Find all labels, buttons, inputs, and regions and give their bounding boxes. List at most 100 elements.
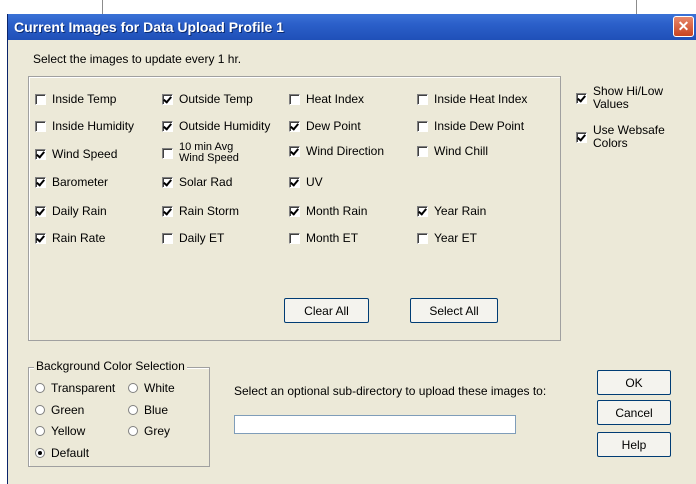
checkbox-label: Use Websafe Colors bbox=[593, 124, 665, 150]
checkbox-year-rain[interactable]: Year Rain bbox=[417, 205, 486, 218]
radio-label: Blue bbox=[144, 403, 169, 417]
checkbox-wind-direction[interactable]: Wind Direction bbox=[289, 145, 384, 158]
cancel-button[interactable]: Cancel bbox=[597, 400, 671, 425]
radio-dot[interactable] bbox=[35, 405, 45, 415]
checkbox-outside-temp[interactable]: Outside Temp bbox=[162, 93, 253, 106]
checkbox-box[interactable] bbox=[35, 177, 46, 188]
checkbox-rain-rate[interactable]: Rain Rate bbox=[35, 232, 105, 245]
checkbox-box[interactable] bbox=[289, 206, 300, 217]
checkbox-rain-storm[interactable]: Rain Storm bbox=[162, 205, 239, 218]
checkbox-label: Barometer bbox=[52, 175, 109, 189]
checkbox-label: Heat Index bbox=[306, 92, 365, 106]
checkbox-box[interactable] bbox=[417, 206, 428, 217]
checkbox-label: Inside Humidity bbox=[52, 119, 135, 133]
subdirectory-label: Select an optional sub-directory to uplo… bbox=[234, 384, 547, 398]
radio-transparent[interactable]: Transparent bbox=[35, 381, 115, 395]
checkbox-box[interactable] bbox=[289, 233, 300, 244]
checkbox-label-line2: Wind Speed bbox=[179, 152, 239, 164]
checkbox-use-websafe-colors[interactable]: Use Websafe Colors bbox=[576, 124, 665, 150]
checkbox-label: Show Hi/Low Values bbox=[593, 85, 663, 111]
checkbox-box[interactable] bbox=[162, 147, 173, 159]
close-icon: ✕ bbox=[677, 18, 690, 34]
radio-dot[interactable] bbox=[128, 383, 138, 393]
checkbox-dew-point[interactable]: Dew Point bbox=[289, 120, 361, 133]
checkbox-label: Inside Temp bbox=[52, 92, 117, 106]
checkbox-label-line1: Show Hi/Low bbox=[593, 84, 664, 98]
checkbox-box[interactable] bbox=[35, 149, 46, 160]
radio-label: Grey bbox=[144, 424, 171, 438]
checkbox-label: Month Rain bbox=[306, 204, 368, 218]
checkbox-label: Outside Humidity bbox=[179, 119, 271, 133]
checkbox-box[interactable] bbox=[289, 94, 300, 105]
checkbox-solar-rad[interactable]: Solar Rad bbox=[162, 176, 232, 189]
radio-blue[interactable]: Blue bbox=[128, 403, 168, 417]
checkbox-label: Inside Heat Index bbox=[434, 92, 528, 106]
checkbox-box[interactable] bbox=[162, 121, 173, 132]
radio-dot[interactable] bbox=[128, 405, 138, 415]
radio-dot[interactable] bbox=[35, 426, 45, 436]
checkbox-heat-index[interactable]: Heat Index bbox=[289, 93, 364, 106]
checkbox-box[interactable] bbox=[417, 146, 428, 157]
clear-all-button[interactable]: Clear All bbox=[284, 298, 369, 323]
radio-label: Default bbox=[51, 446, 90, 460]
checkbox-box[interactable] bbox=[35, 94, 46, 105]
subdirectory-input[interactable] bbox=[234, 415, 516, 434]
checkbox-box[interactable] bbox=[289, 177, 300, 188]
checkbox-box[interactable] bbox=[417, 233, 428, 244]
checkbox-box[interactable] bbox=[417, 94, 428, 105]
radio-dot[interactable] bbox=[128, 426, 138, 436]
checkbox-label: Year Rain bbox=[434, 204, 487, 218]
checkbox-outside-humidity[interactable]: Outside Humidity bbox=[162, 120, 270, 133]
checkbox-wind-chill[interactable]: Wind Chill bbox=[417, 145, 488, 158]
checkbox-label: Month ET bbox=[306, 231, 359, 245]
background-color-group-title: Background Color Selection bbox=[34, 359, 187, 373]
help-button[interactable]: Help bbox=[597, 432, 671, 457]
background-divider bbox=[636, 0, 637, 14]
checkbox-box[interactable] bbox=[576, 92, 587, 104]
checkbox-box[interactable] bbox=[417, 121, 428, 132]
checkbox-show-hilow-values[interactable]: Show Hi/Low Values bbox=[576, 85, 663, 111]
checkbox-barometer[interactable]: Barometer bbox=[35, 176, 108, 189]
checkbox-inside-dew-point[interactable]: Inside Dew Point bbox=[417, 120, 524, 133]
checkbox-label-line2: Values bbox=[593, 97, 629, 111]
radio-label: Yellow bbox=[51, 424, 86, 438]
background-divider bbox=[102, 0, 103, 14]
radio-default[interactable]: Default bbox=[35, 446, 89, 460]
checkbox-inside-humidity[interactable]: Inside Humidity bbox=[35, 120, 134, 133]
checkbox-box[interactable] bbox=[289, 121, 300, 132]
select-all-button[interactable]: Select All bbox=[410, 298, 498, 323]
radio-grey[interactable]: Grey bbox=[128, 424, 170, 438]
checkbox-wind-speed[interactable]: Wind Speed bbox=[35, 148, 117, 161]
checkbox-box[interactable] bbox=[162, 206, 173, 217]
radio-dot[interactable] bbox=[35, 448, 45, 458]
checkbox-box[interactable] bbox=[162, 233, 173, 244]
checkbox-label: Rain Rate bbox=[52, 231, 106, 245]
checkbox-box[interactable] bbox=[576, 131, 587, 143]
close-button[interactable]: ✕ bbox=[673, 16, 694, 37]
checkbox-month-rain[interactable]: Month Rain bbox=[289, 205, 367, 218]
checkbox-inside-temp[interactable]: Inside Temp bbox=[35, 93, 116, 106]
radio-green[interactable]: Green bbox=[35, 403, 84, 417]
checkbox-10-min-avg-wind-speed[interactable]: 10 min Avg Wind Speed bbox=[162, 142, 239, 164]
radio-yellow[interactable]: Yellow bbox=[35, 424, 85, 438]
checkbox-inside-heat-index[interactable]: Inside Heat Index bbox=[417, 93, 527, 106]
background-window-strip bbox=[0, 0, 696, 14]
checkbox-box[interactable] bbox=[35, 206, 46, 217]
checkbox-box[interactable] bbox=[162, 177, 173, 188]
checkbox-uv[interactable]: UV bbox=[289, 176, 323, 189]
radio-white[interactable]: White bbox=[128, 381, 175, 395]
checkbox-daily-rain[interactable]: Daily Rain bbox=[35, 205, 107, 218]
checkbox-label: Wind Chill bbox=[434, 144, 489, 158]
checkbox-box[interactable] bbox=[289, 146, 300, 157]
checkbox-box[interactable] bbox=[35, 233, 46, 244]
title-bar[interactable]: Current Images for Data Upload Profile 1… bbox=[8, 14, 696, 40]
checkbox-box[interactable] bbox=[35, 121, 46, 132]
checkbox-box[interactable] bbox=[162, 94, 173, 105]
checkbox-daily-et[interactable]: Daily ET bbox=[162, 232, 224, 245]
checkbox-year-et[interactable]: Year ET bbox=[417, 232, 477, 245]
checkbox-label: Solar Rad bbox=[179, 175, 233, 189]
checkbox-label: 10 min Avg Wind Speed bbox=[179, 142, 239, 164]
ok-button[interactable]: OK bbox=[597, 370, 671, 395]
radio-dot[interactable] bbox=[35, 383, 45, 393]
checkbox-month-et[interactable]: Month ET bbox=[289, 232, 358, 245]
